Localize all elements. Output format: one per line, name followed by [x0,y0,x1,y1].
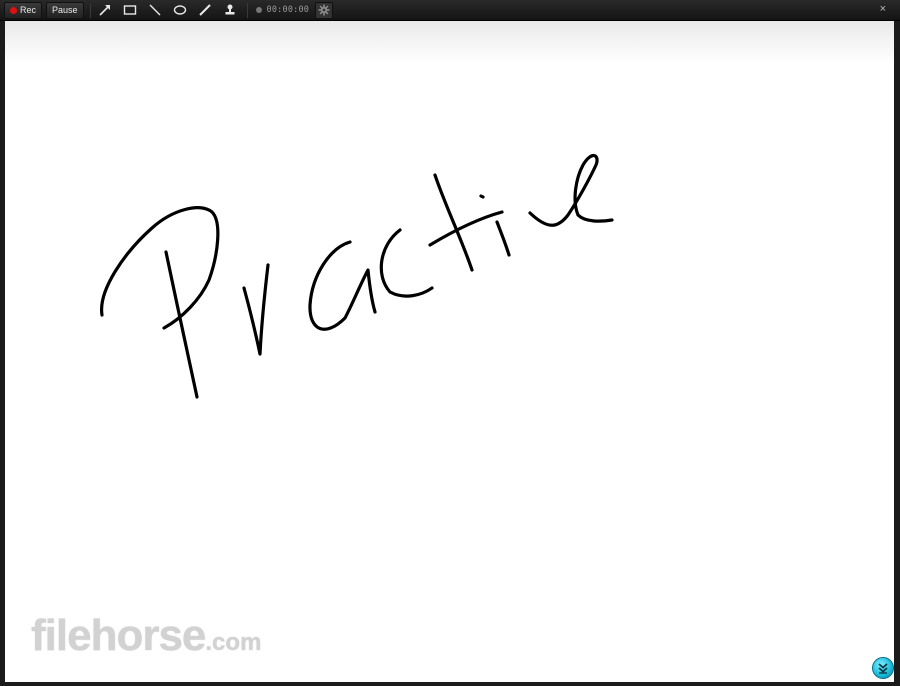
arrow-icon [98,5,110,16]
stamp-icon [225,4,235,15]
line-icon [149,4,161,16]
ellipse-tool-button[interactable] [169,2,191,19]
line-tool-button[interactable] [144,2,166,19]
stroke-i-stem [495,220,511,257]
stroke-a [308,240,377,331]
toolbar-divider [246,2,248,18]
filehorse-watermark-logo: filehorse .com [31,611,261,661]
stroke-c [379,228,434,298]
stroke-t-stem [433,173,474,272]
ellipse-icon [173,5,186,15]
settings-button[interactable] [315,1,334,19]
collapse-toolbar-button[interactable] [872,657,894,679]
pen-tool-button[interactable] [194,2,216,19]
close-button[interactable]: × [880,2,886,16]
record-button[interactable]: Rec [4,1,43,19]
arrow-tool-button[interactable] [94,2,116,19]
stroke-p-loop [100,206,220,330]
recording-timer: 00:00:00 [255,5,310,15]
stamp-tool-button[interactable] [219,2,241,19]
stroke-r [242,263,270,356]
toolbar-divider [89,2,91,18]
record-label: Rec [20,5,37,15]
rectangle-icon [123,5,136,15]
pen-icon [198,4,211,16]
toolbar: Rec Pause 00:00:00 × [0,0,900,21]
stroke-ce [528,154,614,227]
pause-button[interactable]: Pause [46,1,84,19]
rectangle-tool-button[interactable] [119,2,141,19]
record-dot-icon [10,6,17,14]
watermark-main: filehorse [31,611,206,660]
handwritten-practice-drawing [100,154,614,399]
screen-annotation-window: Rec Pause 00:00:00 × filehorse .com [0,0,900,686]
timer-text: 00:00:00 [266,5,310,15]
gear-icon [318,4,330,16]
stroke-t-cross [428,210,504,247]
drawing-canvas[interactable]: filehorse .com [5,21,894,682]
double-chevron-down-icon [878,663,888,674]
timer-status-icon [255,7,262,13]
pause-label: Pause [52,5,78,15]
watermark-suffix: .com [205,629,262,656]
stroke-i-dot [479,194,485,199]
